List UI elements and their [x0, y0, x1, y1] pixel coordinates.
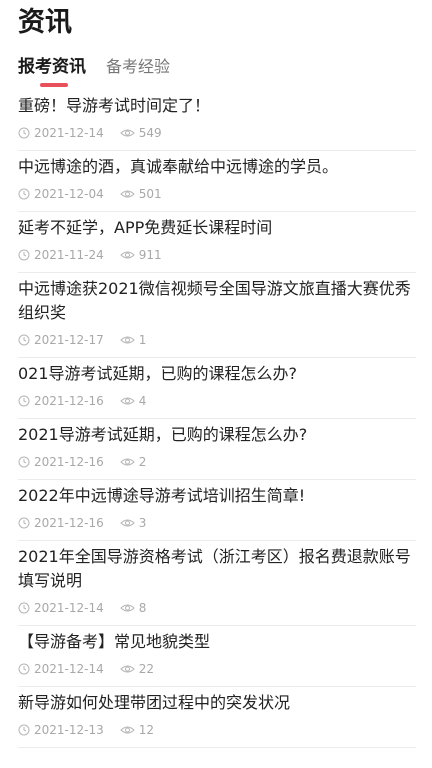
article-date: 2021-12-13: [34, 723, 104, 737]
eye-icon: [120, 726, 135, 734]
tab-prep-experience[interactable]: 备考经验: [106, 55, 170, 79]
article-meta: 2021-12-16 3: [18, 514, 416, 532]
article-date: 2021-12-16: [34, 394, 104, 408]
article-meta: 2021-12-14 549: [18, 124, 416, 142]
article-item[interactable]: 中远博途获2021微信视频号全国导游文旅直播大赛优秀组织奖 2021-12-17…: [18, 273, 416, 358]
eye-icon: [120, 665, 135, 673]
eye-icon: [120, 604, 135, 612]
page-title: 资讯: [18, 7, 72, 38]
article-item[interactable]: 021导游考试延期，已购的课程怎么办? 2021-12-16 4: [18, 358, 416, 419]
article-view-count: 22: [138, 662, 155, 676]
clock-icon: [18, 395, 30, 407]
article-date: 2021-11-24: [34, 248, 104, 262]
article-title: 2022年中远博途导游考试培训招生简章!: [18, 486, 306, 505]
article-list: 重磅！导游考试时间定了！ 2021-12-14 549 中远博途的酒，真诚奉献给…: [0, 90, 432, 748]
eye-icon: [120, 397, 135, 405]
article-date: 2021-12-14: [34, 126, 104, 140]
article-title: 021导游考试延期，已购的课程怎么办?: [18, 364, 298, 383]
clock-icon: [18, 602, 30, 614]
article-item[interactable]: 【导游备考】常见地貌类型 2021-12-14 22: [18, 626, 416, 687]
eye-icon: [120, 519, 135, 527]
article-meta: 2021-12-17 1: [18, 331, 416, 349]
article-meta: 2021-12-04 501: [18, 185, 416, 203]
article-title: 2021年全国导游资格考试（浙江考区）报名费退款账号填写说明: [18, 547, 411, 590]
eye-icon: [120, 458, 135, 466]
article-title: 【导游备考】常见地貌类型: [18, 632, 211, 651]
article-date: 2021-12-04: [34, 187, 104, 201]
eye-icon: [120, 251, 135, 259]
clock-icon: [18, 188, 30, 200]
article-view-count: 3: [138, 516, 147, 530]
article-title: 延考不延学，APP免费延长课程时间: [18, 218, 273, 237]
article-title: 新导游如何处理带团过程中的突发状况: [18, 693, 291, 712]
clock-icon: [18, 334, 30, 346]
article-title: 中远博途获2021微信视频号全国导游文旅直播大赛优秀组织奖: [18, 279, 411, 322]
article-view-count: 1: [138, 333, 147, 347]
clock-icon: [18, 456, 30, 468]
clock-icon: [18, 249, 30, 261]
article-title: 2021导游考试延期，已购的课程怎么办?: [18, 425, 308, 444]
article-item[interactable]: 2021导游考试延期，已购的课程怎么办? 2021-12-16 2: [18, 419, 416, 480]
article-item[interactable]: 延考不延学，APP免费延长课程时间 2021-11-24 911: [18, 212, 416, 273]
article-date: 2021-12-14: [34, 662, 104, 676]
article-date: 2021-12-17: [34, 333, 104, 347]
tab-exam-news[interactable]: 报考资讯: [18, 55, 86, 87]
article-meta: 2021-12-14 22: [18, 660, 416, 678]
article-date: 2021-12-16: [34, 455, 104, 469]
article-title: 重磅！导游考试时间定了！: [18, 96, 211, 115]
tab-bar: 报考资讯 备考经验: [18, 55, 190, 89]
article-meta: 2021-12-13 12: [18, 721, 416, 739]
eye-icon: [120, 336, 135, 344]
article-title: 中远博途的酒，真诚奉献给中远博途的学员。: [18, 157, 339, 176]
eye-icon: [120, 190, 135, 198]
clock-icon: [18, 663, 30, 675]
article-date: 2021-12-14: [34, 601, 104, 615]
article-view-count: 501: [138, 187, 162, 201]
clock-icon: [18, 127, 30, 139]
active-tab-indicator: [40, 83, 68, 87]
article-meta: 2021-12-16 4: [18, 392, 416, 410]
article-item[interactable]: 新导游如何处理带团过程中的突发状况 2021-12-13 12: [18, 687, 416, 748]
article-meta: 2021-12-14 8: [18, 599, 416, 617]
article-item[interactable]: 2022年中远博途导游考试培训招生简章! 2021-12-16 3: [18, 480, 416, 541]
article-meta: 2021-11-24 911: [18, 246, 416, 264]
article-item[interactable]: 中远博途的酒，真诚奉献给中远博途的学员。 2021-12-04 501: [18, 151, 416, 212]
article-date: 2021-12-16: [34, 516, 104, 530]
article-item[interactable]: 2021年全国导游资格考试（浙江考区）报名费退款账号填写说明 2021-12-1…: [18, 541, 416, 626]
article-view-count: 911: [138, 248, 162, 262]
article-meta: 2021-12-16 2: [18, 453, 416, 471]
article-view-count: 12: [138, 723, 155, 737]
clock-icon: [18, 724, 30, 736]
tab-label: 备考经验: [106, 57, 171, 76]
article-item[interactable]: 重磅！导游考试时间定了！ 2021-12-14 549: [18, 90, 416, 151]
article-view-count: 4: [138, 394, 147, 408]
clock-icon: [18, 517, 30, 529]
tab-label: 报考资讯: [18, 57, 86, 77]
article-view-count: 549: [138, 126, 162, 140]
article-view-count: 2: [138, 455, 147, 469]
news-page: 资讯 报考资讯 备考经验 重磅！导游考试时间定了！ 2021-12-14 549…: [0, 0, 432, 768]
eye-icon: [120, 129, 135, 137]
article-view-count: 8: [138, 601, 147, 615]
